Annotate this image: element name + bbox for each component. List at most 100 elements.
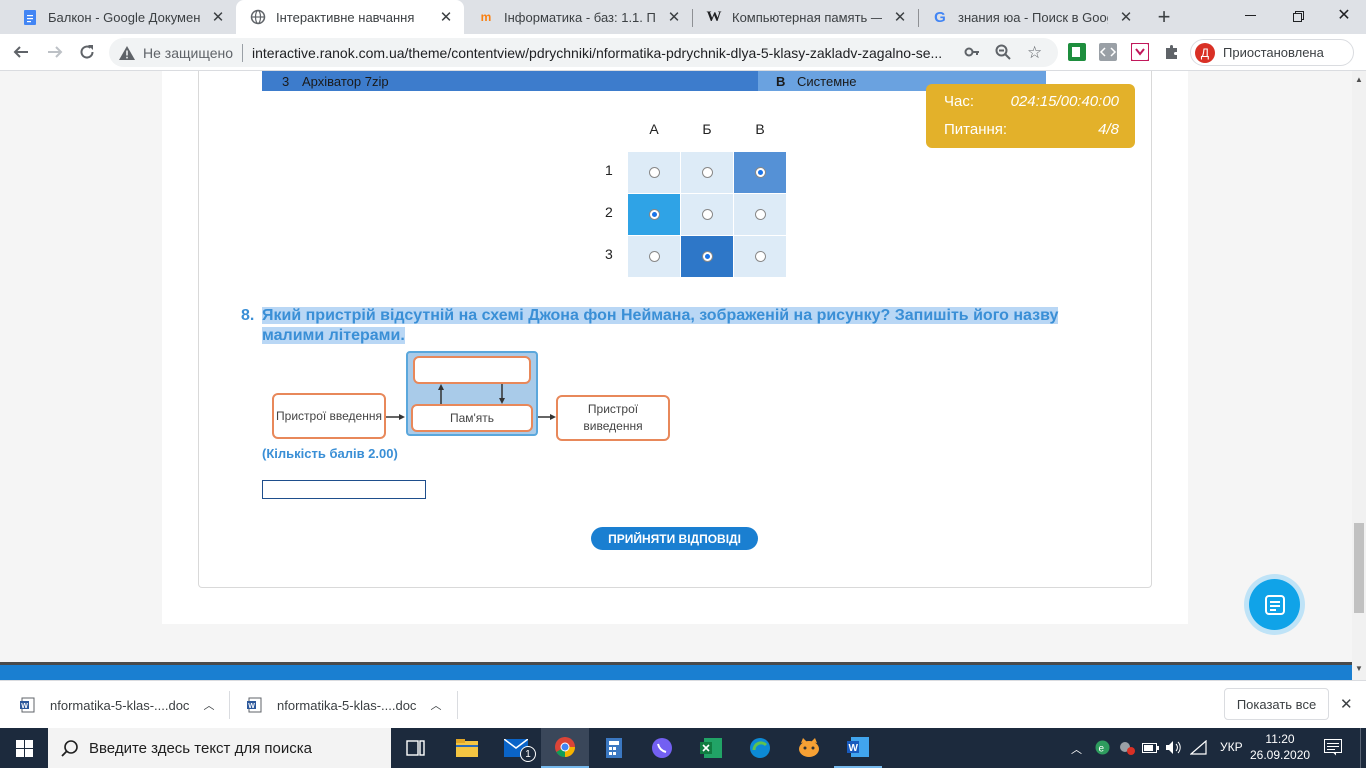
back-icon[interactable] (11, 42, 31, 62)
close-icon[interactable]: ✕ (666, 9, 682, 26)
wikipedia-icon: W (706, 8, 722, 25)
notifications-icon[interactable] (1324, 739, 1342, 761)
submit-answers-button[interactable]: ПРИЙНЯТИ ВІДПОВІДІ (591, 527, 758, 550)
tab-title: знания юа - Поиск в Google (958, 9, 1108, 25)
match-cell-1b[interactable] (681, 152, 733, 193)
radio-button[interactable] (648, 167, 660, 178)
col-header: А (649, 121, 659, 137)
tab-google[interactable]: G знания юа - Поиск в Google ✕ (918, 0, 1144, 34)
extension-shield-icon[interactable] (1130, 42, 1150, 62)
download-item[interactable]: W nformatika-5-klas-....doc ︿ (0, 681, 229, 729)
answer-input[interactable] (262, 480, 426, 499)
security-tray-icon[interactable]: e (1095, 740, 1110, 760)
match-cell-1a[interactable] (628, 152, 680, 193)
scroll-down-icon[interactable]: ▼ (1355, 664, 1363, 673)
mail-icon[interactable]: 1 (492, 728, 540, 768)
windows-start-icon[interactable] (0, 728, 48, 768)
battery-icon[interactable] (1142, 741, 1160, 759)
tab-wikipedia[interactable]: W Компьютерная память — Википедия ✕ (692, 0, 918, 34)
minimize-icon[interactable] (1240, 8, 1260, 24)
page-viewport: 3 Архіватор 7zip В Системне А Б В 1 2 3 (0, 71, 1352, 662)
radio-button-selected[interactable] (754, 167, 766, 178)
tab-title: Інформатика - баз: 1.1. Повідомлен (504, 9, 656, 25)
window-close-icon[interactable]: ✕ (1334, 5, 1354, 25)
svg-text:e: e (1099, 744, 1105, 755)
task-view-icon[interactable] (392, 728, 440, 768)
volume-icon[interactable] (1165, 740, 1183, 760)
match-cell-3a[interactable] (628, 236, 680, 277)
forward-icon[interactable] (45, 42, 65, 62)
edge-icon[interactable] (736, 728, 784, 768)
bookmark-star-icon[interactable]: ☆ (1027, 43, 1042, 63)
viber-icon[interactable] (638, 728, 686, 768)
show-desktop-button[interactable] (1360, 728, 1361, 768)
row-letter: В (776, 73, 786, 89)
question-number: 8. (241, 307, 255, 324)
radio-button[interactable] (754, 251, 766, 262)
radio-button-selected[interactable] (648, 209, 660, 220)
row-header: 2 (605, 204, 613, 220)
clock-time: 11:20 (1265, 732, 1295, 746)
tab-strip: Балкон - Google Документы ✕ Інтерактивне… (0, 0, 1366, 34)
match-cell-3b[interactable] (681, 236, 733, 277)
key-icon[interactable] (964, 44, 980, 63)
chevron-up-icon[interactable]: ︿ (203, 697, 214, 713)
zoom-icon[interactable] (995, 44, 1011, 63)
chat-button[interactable] (1244, 574, 1305, 635)
radio-button[interactable] (701, 209, 713, 220)
excel-icon[interactable] (687, 728, 735, 768)
chevron-up-icon[interactable]: ︿ (1071, 741, 1082, 757)
extension-green-icon[interactable] (1067, 42, 1087, 62)
chrome-icon[interactable] (541, 728, 589, 768)
radio-button-selected[interactable] (701, 251, 713, 262)
network-error-icon[interactable] (1118, 740, 1136, 760)
scroll-up-icon[interactable]: ▲ (1355, 75, 1363, 84)
chevron-up-icon[interactable]: ︿ (430, 697, 441, 713)
vertical-scrollbar[interactable]: ▲ ▼ (1352, 71, 1366, 680)
close-icon[interactable]: ✕ (438, 9, 454, 26)
radio-button[interactable] (701, 167, 713, 178)
match-cell-2a[interactable] (628, 194, 680, 235)
calculator-icon[interactable] (590, 728, 638, 768)
tab-interactive[interactable]: Інтерактивне навчання ✕ (236, 0, 464, 34)
mail-badge: 1 (520, 746, 536, 762)
word-icon[interactable]: W (834, 728, 882, 768)
tab-docs[interactable]: Балкон - Google Документы ✕ (8, 0, 236, 34)
show-all-button[interactable]: Показать все (1224, 688, 1329, 720)
download-separator (457, 691, 458, 719)
new-tab-icon[interactable]: + (1152, 4, 1176, 29)
close-downloads-icon[interactable]: ✕ (1340, 695, 1353, 713)
col-header: В (755, 121, 765, 137)
tab-title: Компьютерная память — Википедия (732, 9, 882, 25)
windows-taskbar: Введите здесь текст для поиска 1 W ︿ e У… (0, 728, 1366, 768)
profile-button[interactable]: Д Приостановлена (1190, 39, 1354, 66)
scroll-thumb[interactable] (1354, 523, 1364, 613)
radio-button[interactable] (648, 251, 660, 262)
address-bar[interactable]: Не защищено interactive.ranok.com.ua/the… (109, 38, 1058, 67)
language-indicator[interactable]: УКР (1220, 740, 1243, 754)
wifi-icon[interactable] (1189, 739, 1208, 760)
scratch-icon[interactable] (785, 728, 833, 768)
taskbar-search-box[interactable]: Введите здесь текст для поиска (48, 728, 391, 768)
close-icon[interactable]: ✕ (210, 9, 226, 26)
page-footer-bar (0, 662, 1352, 680)
question-card: 3 Архіватор 7zip В Системне А Б В 1 2 3 (198, 71, 1152, 588)
clock[interactable]: 11:20 26.09.2020 (1250, 731, 1310, 763)
match-cell-3v[interactable] (734, 236, 786, 277)
match-cell-2b[interactable] (681, 194, 733, 235)
reload-icon[interactable] (77, 42, 97, 62)
download-item[interactable]: W nformatika-5-klas-....doc ︿ (230, 681, 457, 729)
von-neumann-diagram: Пристрої введення Пам'ять Пристрої вивед… (268, 351, 674, 443)
match-cell-2v[interactable] (734, 194, 786, 235)
restore-icon[interactable] (1288, 8, 1308, 24)
extensions-puzzle-icon[interactable] (1162, 42, 1182, 62)
file-explorer-icon[interactable] (443, 728, 491, 768)
tab-informatika[interactable]: m Інформатика - баз: 1.1. Повідомлен ✕ (464, 0, 692, 34)
extension-code-icon[interactable] (1098, 42, 1118, 62)
globe-icon (250, 9, 266, 25)
radio-button[interactable] (754, 209, 766, 220)
match-cell-1v[interactable] (734, 152, 786, 193)
word-file-icon: W (247, 697, 263, 713)
close-icon[interactable]: ✕ (892, 9, 908, 26)
close-icon[interactable]: ✕ (1118, 9, 1134, 26)
